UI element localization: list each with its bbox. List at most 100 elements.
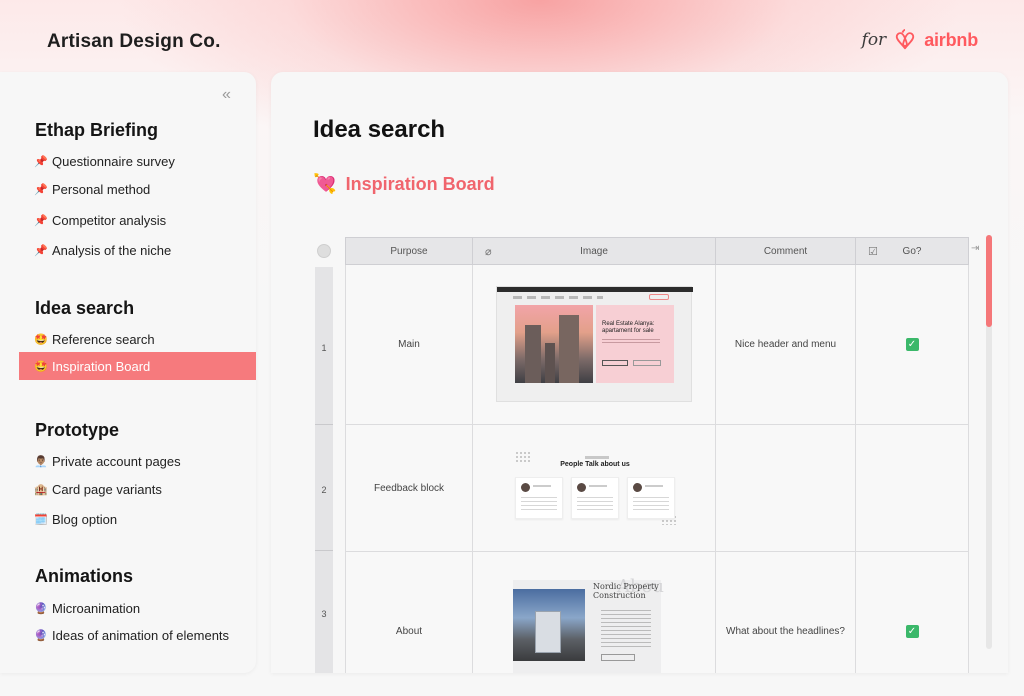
sidebar-item-competitor-analysis[interactable]: 📌 Competitor analysis <box>19 206 256 234</box>
thumb-line <box>589 485 607 487</box>
column-header-comment[interactable]: Comment <box>716 238 856 264</box>
sidebar-item-label: Questionnaire survey <box>52 153 175 169</box>
sidebar-item-questionnaire-survey[interactable]: 📌 Questionnaire survey <box>19 147 256 175</box>
column-header-label: Image <box>580 245 608 257</box>
top-bar: Artisan Design Co. for airbnb <box>0 0 1024 72</box>
column-header-go[interactable]: ☑ Go? <box>856 238 968 264</box>
checkbox-icon: ☑ <box>868 246 878 258</box>
building-shape <box>535 611 561 653</box>
sidebar-item-reference-search[interactable]: 🤩 Reference search <box>19 325 256 353</box>
vertical-scrollbar[interactable] <box>986 235 992 649</box>
avatar <box>633 483 642 492</box>
thumb-line <box>645 485 663 487</box>
comment-cell[interactable]: Nice header and menu <box>716 265 856 424</box>
tower-shape <box>525 325 541 383</box>
table-row[interactable]: Feedback block People Talk about us <box>345 425 969 552</box>
thumb-button <box>633 360 661 366</box>
comment-cell[interactable] <box>716 425 856 551</box>
thumbnail-main-page[interactable]: Real Estate Alanya: apartament for sale <box>496 286 693 402</box>
thumb-button <box>649 294 669 300</box>
sidebar-item-label: Personal method <box>52 181 151 197</box>
purpose-cell[interactable]: Feedback block <box>346 425 473 551</box>
check-mark-icon[interactable]: ✓ <box>905 625 919 638</box>
check-mark-icon[interactable]: ✓ <box>905 338 919 351</box>
pin-icon: 📌 <box>34 155 48 168</box>
thumb-button <box>602 360 628 366</box>
purpose-cell[interactable]: About <box>346 552 473 673</box>
sidebar-item-ideas-of-animation[interactable]: 🔮 Ideas of animation of elements <box>19 621 256 649</box>
sidebar-item-label: Competitor analysis <box>52 212 167 228</box>
for-label: for <box>861 30 887 50</box>
section-title-prototype: Prototype <box>35 420 120 440</box>
thumb-topbar <box>497 287 693 292</box>
collapse-sidebar-icon[interactable]: « <box>222 86 231 104</box>
review-card <box>571 477 619 519</box>
crystal-ball-icon: 🔮 <box>34 602 48 615</box>
thumb-text <box>601 610 651 650</box>
thumb-heading: People Talk about us <box>560 461 630 468</box>
sidebar-item-label: Inspiration Board <box>52 358 151 374</box>
star-struck-icon: 🤩 <box>34 333 48 346</box>
pin-icon: 📌 <box>34 214 48 227</box>
main-content: Idea search 💘 Inspiration Board 1 2 3 Pu… <box>271 72 1008 673</box>
thumbnail-feedback-block[interactable]: People Talk about us <box>501 445 697 545</box>
sidebar-item-label: Ideas of animation of elements <box>52 627 230 643</box>
review-card <box>627 477 675 519</box>
go-cell[interactable] <box>856 425 968 551</box>
purpose-cell[interactable]: Main <box>346 265 473 424</box>
table-row[interactable]: About Abou Nordic Property Construction … <box>345 552 969 673</box>
thumbnail-about-page[interactable]: Abou Nordic Property Construction <box>513 576 664 673</box>
avatar <box>521 483 530 492</box>
pin-icon: 📌 <box>34 244 48 257</box>
sidebar-item-label: Reference search <box>52 331 155 347</box>
thumb-heading: Real Estate Alanya: apartament for sale <box>602 321 655 334</box>
review-card <box>515 477 563 519</box>
section-title-animations: Animations <box>35 566 134 586</box>
image-cell[interactable]: People Talk about us <box>473 425 716 551</box>
sidebar-item-card-page-variants[interactable]: 🏨 Card page variants <box>19 475 256 503</box>
go-cell[interactable]: ✓ <box>856 265 968 424</box>
avatar <box>577 483 586 492</box>
thumb-photo <box>513 589 585 661</box>
table-header: Purpose ⌀ Image Comment ☑ Go? <box>345 237 969 265</box>
tower-shape <box>559 315 579 383</box>
brand-name: Artisan Design Co. <box>47 31 221 52</box>
table-row[interactable]: Main Real Estate Alanya: apartament for … <box>345 265 969 425</box>
page-title: Idea search <box>313 116 446 143</box>
thumb-text <box>521 497 557 513</box>
sidebar-item-blog-option[interactable]: 🗓️ Blog option <box>19 505 256 533</box>
comment-cell[interactable]: What about the headlines? <box>716 552 856 673</box>
board-heading: 💘 Inspiration Board <box>313 172 495 196</box>
thumb-hero-panel: Real Estate Alanya: apartament for sale <box>596 305 674 383</box>
expand-column-icon[interactable]: ⇥ <box>971 243 979 254</box>
heart-arrow-icon: 💘 <box>313 174 337 195</box>
sidebar-item-personal-method[interactable]: 📌 Personal method <box>19 175 256 203</box>
scrollbar-thumb[interactable] <box>986 235 992 327</box>
row-number: 1 <box>321 343 327 353</box>
image-cell[interactable]: Real Estate Alanya: apartament for sale <box>473 265 716 424</box>
column-header-purpose[interactable]: Purpose <box>346 238 473 264</box>
select-all-toggle[interactable] <box>317 244 331 258</box>
row-divider <box>315 424 333 425</box>
thumb-text <box>577 497 613 513</box>
row-divider <box>315 550 333 551</box>
star-struck-icon: 🤩 <box>34 360 48 373</box>
row-number-column: 1 2 3 <box>315 267 333 673</box>
sidebar-item-analysis-of-the-niche[interactable]: 📌 Analysis of the niche <box>19 236 256 264</box>
row-number: 3 <box>321 609 327 619</box>
sidebar-item-private-account-pages[interactable]: 👨🏽‍💼 Private account pages <box>19 447 256 475</box>
thumb-line <box>533 485 551 487</box>
image-cell[interactable]: Abou Nordic Property Construction <box>473 552 716 673</box>
thumb-menu <box>513 296 603 299</box>
person-icon: 👨🏽‍💼 <box>34 455 48 468</box>
thumb-heading: Nordic Property Construction <box>593 582 659 600</box>
column-header-image[interactable]: ⌀ Image <box>473 238 716 264</box>
sidebar-item-label: Card page variants <box>52 481 162 497</box>
sidebar-item-microanimation[interactable]: 🔮 Microanimation <box>19 594 256 622</box>
crystal-ball-icon: 🔮 <box>34 629 48 642</box>
calendar-icon: 🗓️ <box>34 513 48 526</box>
section-title-ethap-briefing: Ethap Briefing <box>35 120 159 140</box>
sidebar-item-inspiration-board[interactable]: 🤩 Inspiration Board <box>19 352 256 380</box>
column-header-label: Go? <box>902 245 922 257</box>
go-cell[interactable]: ✓ <box>856 552 968 673</box>
